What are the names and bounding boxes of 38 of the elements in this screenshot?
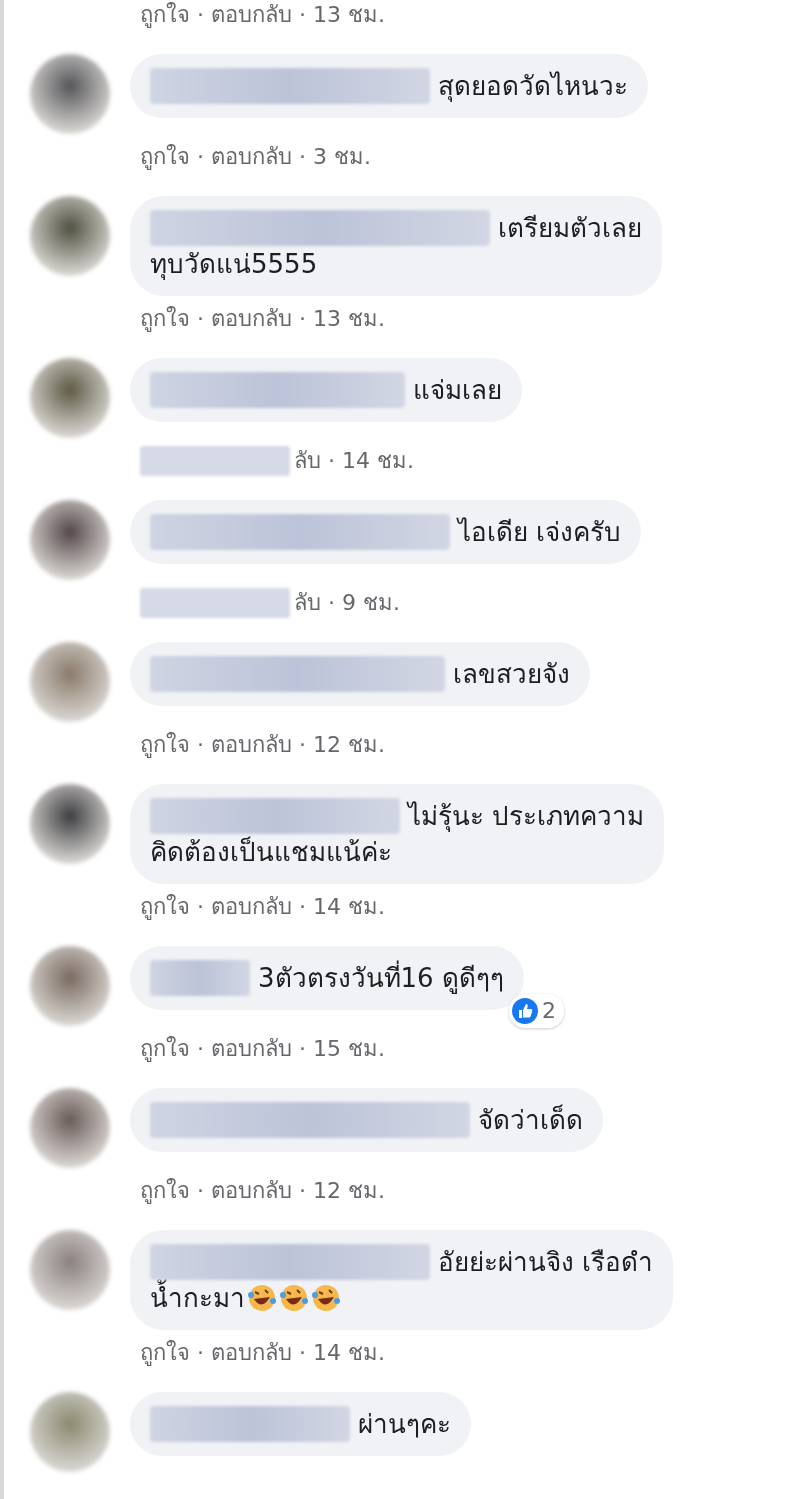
comment-text: คิดต้องเป็นแชมแน้ค่ะ	[150, 835, 392, 869]
comment-meta-text: ลับ · 9 ชม.	[294, 589, 400, 617]
comment-meta-text: ถูกใจ · ตอบกลับ · 15 ชม.	[140, 1035, 385, 1064]
avatar[interactable]	[30, 946, 110, 1026]
avatar[interactable]	[30, 500, 110, 580]
comment-meta-text: ถูกใจ · ตอบกลับ · 14 ชม.	[140, 1339, 385, 1368]
laughing-emoji-icon	[311, 1283, 341, 1313]
comment-text: เลขสวยจัง	[453, 658, 570, 691]
comment-meta-text: ถูกใจ · ตอบกลับ · 12 ชม.	[140, 1177, 385, 1206]
comment-text: อัยย่ะผ่านจิง เรือดำ	[438, 1246, 654, 1279]
comment-text: เตรียมตัวเลย	[498, 212, 642, 245]
avatar[interactable]	[30, 1088, 110, 1168]
comment-meta-text: ถูกใจ · ตอบกลับ · 12 ชม.	[140, 731, 385, 760]
comment-text: แจ่มเลย	[413, 374, 502, 407]
comment-text: ทุบวัดแน่5555	[150, 248, 318, 282]
comment-text: ผ่านๆคะ	[358, 1408, 451, 1441]
comment-meta-text: ถูกใจ · ตอบกลับ · 13 ชม.	[140, 305, 385, 334]
avatar[interactable]	[30, 1230, 110, 1310]
reaction-badge[interactable]: 2	[508, 994, 564, 1028]
comment-text: ไม่รุ้นะ ประเภทความ	[408, 800, 645, 834]
laughing-emoji-icon	[247, 1283, 277, 1313]
avatar[interactable]	[30, 196, 110, 276]
comment-text: สุดยอดวัดไหนวะ	[438, 70, 628, 104]
avatar[interactable]	[30, 642, 110, 722]
comment-text: จัดว่าเด็ด	[478, 1103, 583, 1137]
comment-meta-text: ถูกใจ · ตอบกลับ · 14 ชม.	[140, 893, 385, 922]
like-icon	[511, 998, 538, 1024]
reaction-count: 2	[541, 997, 556, 1025]
comment-text: น้ำกะมา	[150, 1280, 245, 1316]
laughing-emoji-icon	[279, 1283, 309, 1313]
avatar[interactable]	[30, 54, 110, 134]
comment-meta-text: ลับ · 14 ชม.	[294, 447, 414, 475]
comment-meta: ถูกใจ · ตอบกลับ · 13 ชม.	[140, 1, 386, 30]
comment-meta-text: ถูกใจ · ตอบกลับ · 3 ชม.	[140, 143, 371, 172]
comment-text: ไอเดีย เจ่งครับ	[458, 516, 622, 549]
comment-text: 3ตัวตรงวันที่16 ดูดีๆๆ	[258, 960, 504, 996]
avatar[interactable]	[30, 358, 110, 438]
avatar[interactable]	[30, 784, 110, 864]
